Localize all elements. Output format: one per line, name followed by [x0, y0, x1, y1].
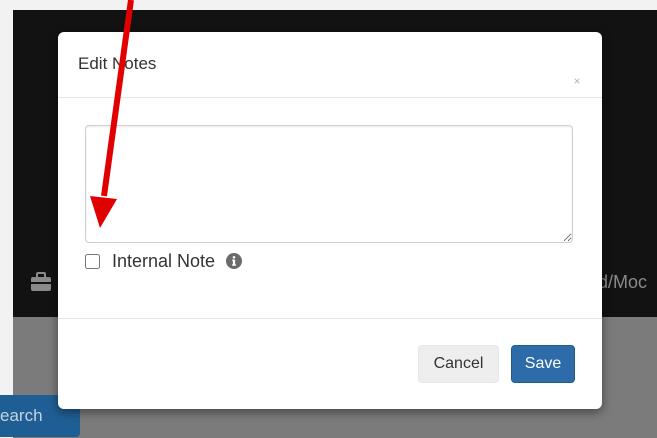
modal-footer: Cancel Save: [58, 318, 602, 410]
internal-note-row: Internal Note: [85, 249, 243, 273]
cancel-button[interactable]: Cancel: [418, 345, 499, 383]
edit-notes-modal: Edit Notes × Internal Note Cancel Save: [58, 32, 602, 409]
screen: d/Moc earch Edit Notes × Internal Note C…: [0, 0, 657, 438]
background-text: d/Moc: [598, 272, 648, 292]
close-button[interactable]: ×: [570, 74, 584, 88]
info-circle-icon[interactable]: [226, 253, 243, 269]
notes-textarea[interactable]: [85, 125, 573, 243]
background-search-label: earch: [0, 406, 43, 425]
briefcase-icon: [31, 272, 51, 291]
modal-title: Edit Notes: [78, 54, 157, 73]
save-button[interactable]: Save: [511, 345, 575, 383]
internal-note-label: Internal Note: [112, 250, 216, 271]
modal-header: Edit Notes ×: [58, 32, 602, 98]
internal-note-checkbox[interactable]: [85, 253, 100, 269]
